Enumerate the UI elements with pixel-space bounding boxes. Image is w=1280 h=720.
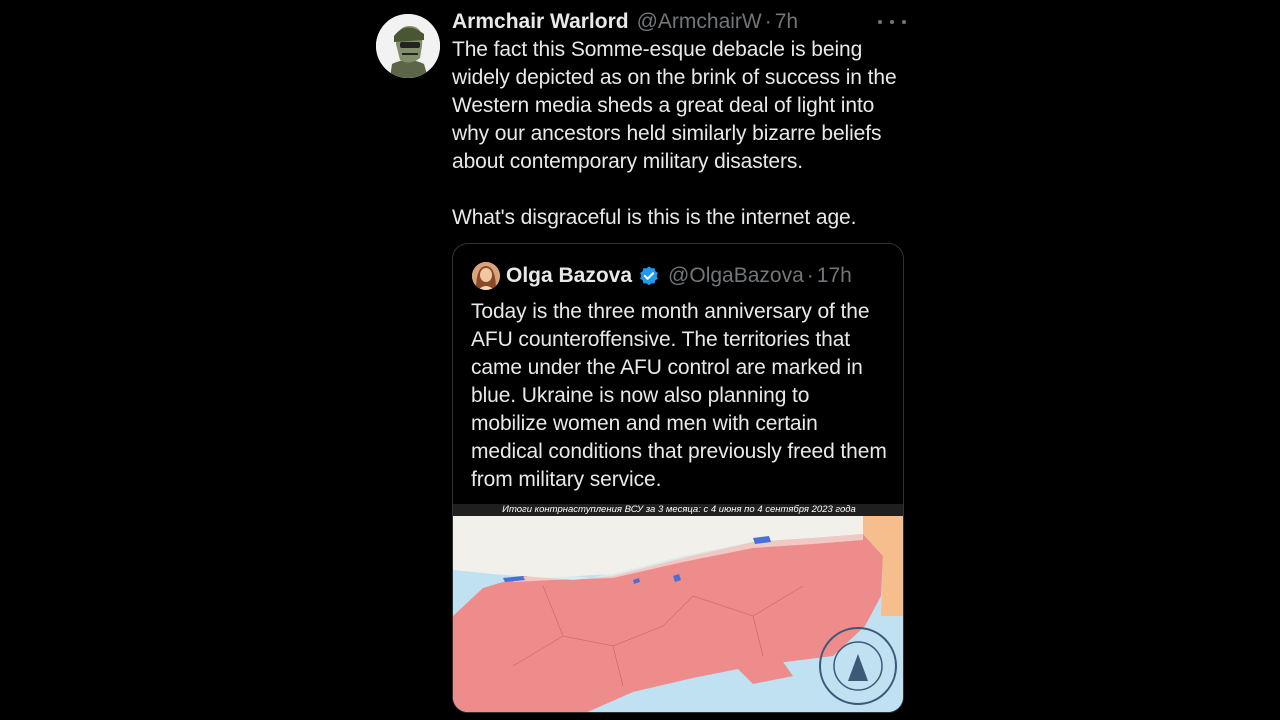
tweet-header: Armchair Warlord @ArmchairW · 7h xyxy=(452,8,798,36)
quoted-tweet-text: Today is the three month anniversary of … xyxy=(471,300,887,491)
separator: · xyxy=(806,264,814,287)
more-icon[interactable] xyxy=(878,10,906,34)
author-avatar[interactable] xyxy=(376,14,440,78)
separator: · xyxy=(764,10,772,33)
author-handle[interactable]: @ArmchairW xyxy=(637,10,762,34)
verified-badge-icon xyxy=(640,266,658,286)
tweet-time[interactable]: 7h xyxy=(775,10,798,34)
quoted-author-avatar[interactable] xyxy=(472,262,500,290)
author-name[interactable]: Armchair Warlord xyxy=(452,10,629,34)
quoted-author-name[interactable]: Olga Bazova xyxy=(506,264,632,288)
quoted-tweet-header: Olga Bazova @OlgaBazova · 17h xyxy=(506,262,852,290)
map-image[interactable]: Итоги контрнаступления ВСУ за 3 месяца: … xyxy=(453,504,903,712)
quoted-tweet[interactable]: Olga Bazova @OlgaBazova · 17h Today is t… xyxy=(452,243,904,713)
map-caption: Итоги контрнаступления ВСУ за 3 месяца: … xyxy=(453,504,903,516)
tweet-text: The fact this Somme-esque debacle is bei… xyxy=(452,38,897,229)
quoted-tweet-time[interactable]: 17h xyxy=(817,264,852,288)
quoted-author-handle[interactable]: @OlgaBazova xyxy=(668,264,804,288)
